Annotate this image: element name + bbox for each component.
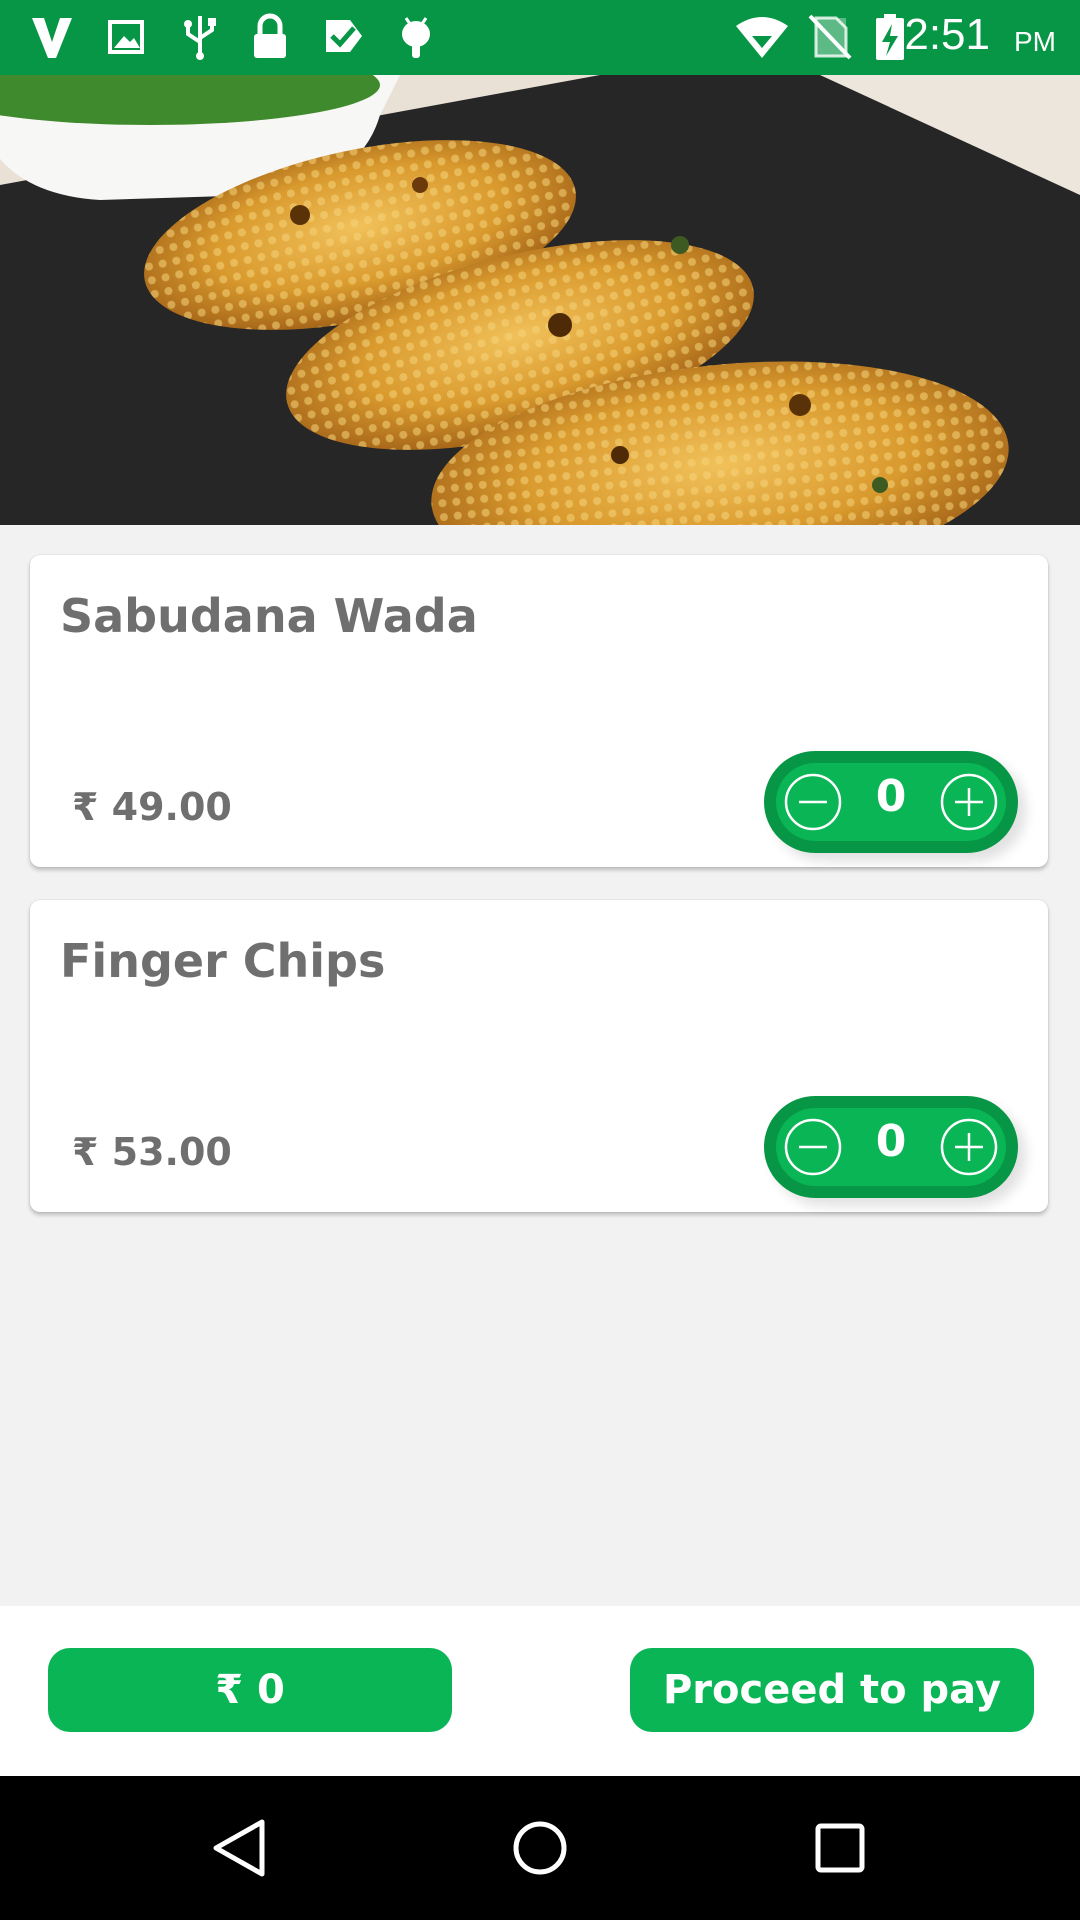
vodafone-icon <box>32 18 72 58</box>
fried-snack-photo <box>0 75 1080 525</box>
system-nav-bar <box>0 1776 1080 1920</box>
home-icon[interactable] <box>500 1808 580 1888</box>
lock-icon <box>254 13 286 58</box>
android-icon <box>402 17 430 58</box>
back-icon[interactable] <box>200 1808 280 1888</box>
quantity-stepper: 0 <box>764 751 1018 853</box>
increment-button[interactable] <box>940 773 998 831</box>
status-ampm: PM <box>1014 26 1056 57</box>
recents-icon[interactable] <box>800 1808 880 1888</box>
quantity-stepper: 0 <box>764 1096 1018 1198</box>
increment-button[interactable] <box>940 1118 998 1176</box>
menu-item-card: Sabudana Wada ₹ 49.00 0 <box>30 555 1048 867</box>
no-sim-icon <box>808 14 852 60</box>
item-price: ₹ 49.00 <box>72 785 232 829</box>
checkout-bar: ₹ 0 Proceed to pay <box>0 1606 1080 1776</box>
status-time: 2:51 <box>904 10 990 59</box>
gallery-icon <box>108 20 144 54</box>
wifi-icon <box>736 17 788 58</box>
usb-icon <box>184 16 216 60</box>
hero-food-image <box>0 75 1080 525</box>
menu-item-card: Finger Chips ₹ 53.00 0 <box>30 900 1048 1212</box>
item-name: Sabudana Wada <box>60 589 478 643</box>
task-icon <box>326 20 362 52</box>
item-name: Finger Chips <box>60 934 386 988</box>
proceed-to-pay-button[interactable]: Proceed to pay <box>630 1648 1034 1732</box>
item-price: ₹ 53.00 <box>72 1130 232 1174</box>
status-bar: 2:51 PM <box>0 0 1080 75</box>
cart-total-button[interactable]: ₹ 0 <box>48 1648 452 1732</box>
